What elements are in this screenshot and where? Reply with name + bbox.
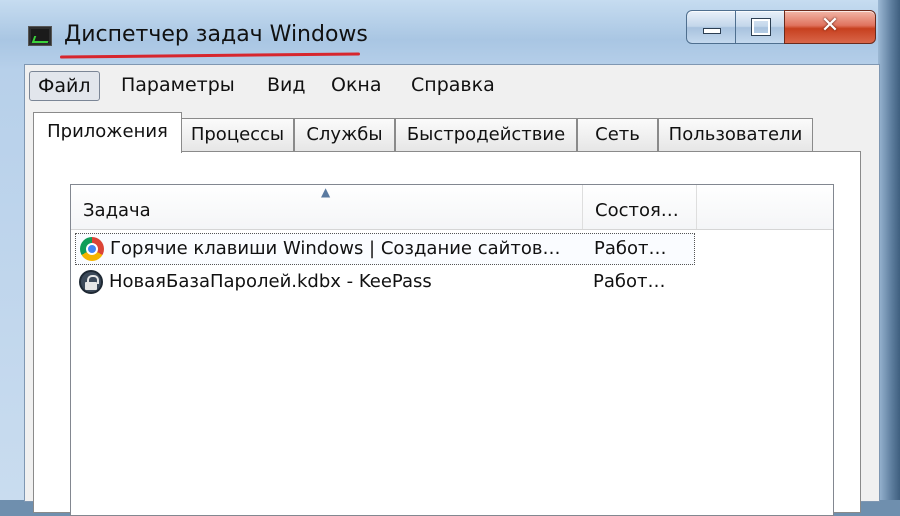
tab-applications[interactable]: Приложения <box>33 112 182 153</box>
menu-windows[interactable]: Окна <box>323 71 390 99</box>
minimize-button[interactable] <box>686 10 736 44</box>
tab-services[interactable]: Службы <box>294 118 395 151</box>
task-name: Горячие клавиши Windows | Создание сайто… <box>110 238 561 259</box>
list-header: Задача ▲ Состоя… <box>71 185 833 230</box>
tab-network[interactable]: Сеть <box>577 118 658 151</box>
column-header-status[interactable]: Состоя… <box>583 185 697 229</box>
minimize-icon <box>703 28 721 34</box>
column-header-status-label: Состоя… <box>595 200 679 221</box>
window-edge <box>878 0 900 500</box>
chrome-icon <box>80 237 104 261</box>
table-row[interactable]: Горячие клавиши Windows | Создание сайто… <box>75 233 695 265</box>
task-manager-app-icon <box>28 26 52 46</box>
keepass-icon <box>79 270 103 294</box>
maximize-button[interactable] <box>735 10 785 44</box>
menu-help[interactable]: Справка <box>403 71 503 99</box>
close-icon: ✕ <box>820 13 840 38</box>
task-list[interactable]: Задача ▲ Состоя… Горячие клавиши Windows… <box>70 184 834 516</box>
window-title: Диспетчер задач Windows <box>64 22 368 47</box>
menu-view[interactable]: Вид <box>259 71 314 99</box>
table-row[interactable]: НоваяБазаПаролей.kdbx - KeePass Работ… <box>75 267 693 297</box>
menu-bar: Файл Параметры Вид Окна Справка <box>25 65 879 105</box>
tab-users[interactable]: Пользователи <box>658 118 813 151</box>
menu-options[interactable]: Параметры <box>113 71 243 99</box>
maximize-icon <box>751 18 771 36</box>
tab-performance[interactable]: Быстродействие <box>395 118 577 151</box>
column-header-task-label: Задача <box>83 200 151 221</box>
task-name: НоваяБазаПаролей.kdbx - KeePass <box>109 271 432 292</box>
close-button[interactable]: ✕ <box>784 10 876 44</box>
tab-processes[interactable]: Процессы <box>181 118 294 151</box>
sort-ascending-icon: ▲ <box>321 185 331 199</box>
menu-file[interactable]: Файл <box>29 71 100 101</box>
task-status: Работ… <box>593 271 666 292</box>
task-status: Работ… <box>594 238 667 259</box>
